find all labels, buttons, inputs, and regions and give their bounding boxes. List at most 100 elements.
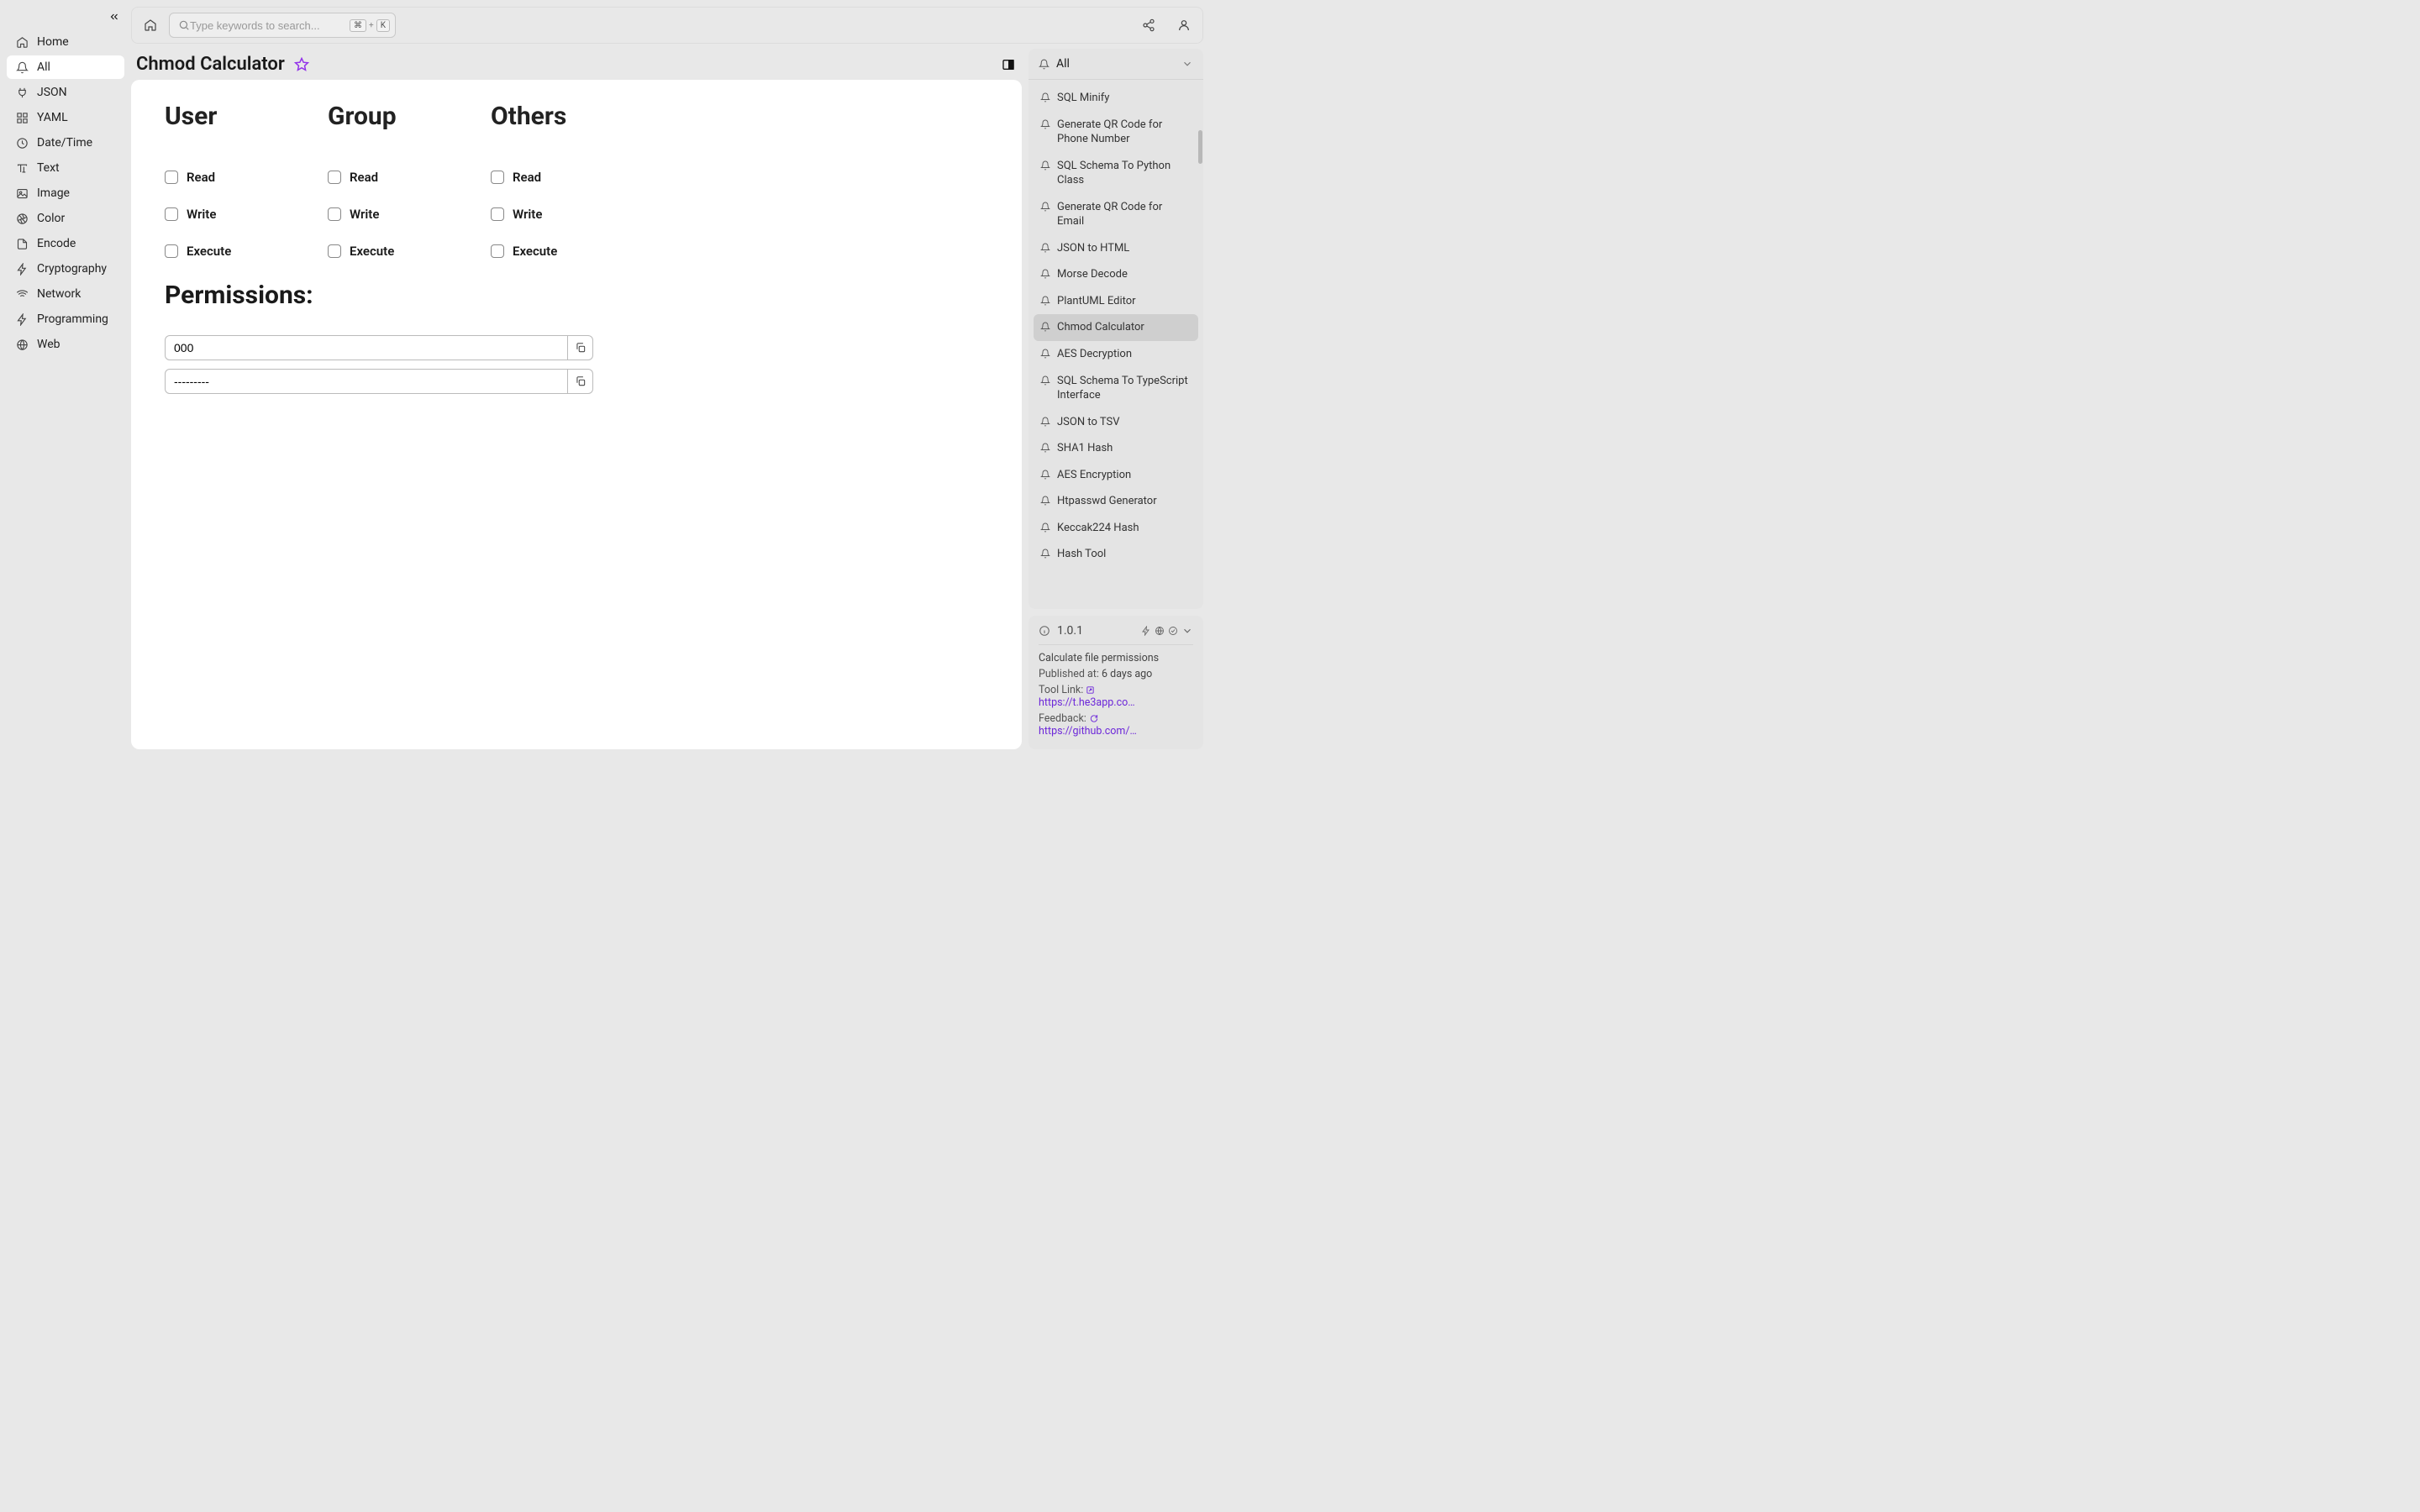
feedback-link[interactable]: https://github.com/… [1039, 725, 1137, 738]
tool-list-label: SQL Schema To Python Class [1057, 159, 1192, 188]
checkbox-others-execute[interactable] [491, 244, 504, 258]
share-button[interactable] [1139, 15, 1159, 35]
tool-info-card: 1.0.1 Calculate file permissions Publish… [1028, 616, 1203, 749]
tool-list-item[interactable]: SHA1 Hash [1034, 435, 1198, 462]
sidebar-item-label: Cryptography [37, 262, 107, 276]
copy-octal-button[interactable] [568, 335, 593, 360]
tool-list-item[interactable]: Generate QR Code for Phone Number [1034, 112, 1198, 153]
column-group: Group Read Write Execute [328, 102, 491, 259]
checkbox-user-execute[interactable] [165, 244, 178, 258]
sidebar-item-json[interactable]: JSON [7, 81, 124, 104]
tool-list-item[interactable]: JSON to TSV [1034, 409, 1198, 436]
copy-symbolic-button[interactable] [568, 369, 593, 394]
check-label: Write [350, 207, 379, 222]
tool-list-label: Morse Decode [1057, 267, 1128, 282]
search-input[interactable] [190, 19, 350, 32]
tool-list-label: Generate QR Code for Phone Number [1057, 118, 1192, 147]
checkbox-user-read[interactable] [165, 171, 178, 184]
tools-filter-dropdown[interactable]: All [1028, 49, 1203, 80]
bell-icon [15, 60, 29, 74]
chevron-down-icon[interactable] [1181, 625, 1193, 637]
checkbox-row[interactable]: Read [328, 170, 491, 185]
checkbox-group-read[interactable] [328, 171, 341, 184]
collapse-sidebar-button[interactable] [104, 7, 124, 27]
tool-list-item[interactable]: Hash Tool [1034, 541, 1198, 568]
home-icon [15, 35, 29, 49]
tool-list-item[interactable]: Keccak224 Hash [1034, 515, 1198, 542]
sidebar-item-home[interactable]: Home [7, 30, 124, 54]
tool-list-item[interactable]: SQL Minify [1034, 85, 1198, 112]
tool-list-item[interactable]: PlantUML Editor [1034, 288, 1198, 315]
sidebar-item-label: Image [37, 186, 70, 200]
sidebar-item-all[interactable]: All [7, 55, 124, 79]
octal-input[interactable] [165, 335, 568, 360]
zap-icon [15, 312, 29, 326]
file-icon [15, 237, 29, 250]
checkbox-row[interactable]: Write [491, 207, 654, 222]
sidebar-item-network[interactable]: Network [7, 282, 124, 306]
tool-list-item[interactable]: AES Encryption [1034, 462, 1198, 489]
check-label: Read [187, 170, 215, 185]
checkbox-row[interactable]: Execute [328, 244, 491, 259]
checkbox-group-write[interactable] [328, 207, 341, 221]
checkbox-group-execute[interactable] [328, 244, 341, 258]
sidebar-item-programming[interactable]: Programming [7, 307, 124, 331]
bell-icon [1040, 375, 1052, 386]
tool-list-item[interactable]: SQL Schema To TypeScript Interface [1034, 368, 1198, 409]
sidebar-item-label: Date/Time [37, 136, 92, 150]
checkbox-row[interactable]: Write [328, 207, 491, 222]
favorite-button[interactable] [293, 56, 310, 73]
sidebar-item-label: Color [37, 212, 65, 225]
check-label: Write [513, 207, 542, 222]
check-circle-icon [1168, 626, 1178, 636]
toggle-right-panel-button[interactable] [1000, 56, 1017, 73]
checkbox-row[interactable]: Read [165, 170, 328, 185]
tool-list-item[interactable]: Morse Decode [1034, 261, 1198, 288]
checkbox-row[interactable]: Read [491, 170, 654, 185]
tool-list-label: Hash Tool [1057, 547, 1106, 562]
sidebar-item-text[interactable]: Text [7, 156, 124, 180]
kbd-cmd: ⌘ [350, 19, 366, 32]
search-box[interactable]: ⌘ + K [169, 13, 396, 38]
sidebar-item-yaml[interactable]: YAML [7, 106, 124, 129]
tool-list-item[interactable]: AES Decryption [1034, 341, 1198, 368]
tool-list-label: SHA1 Hash [1057, 441, 1113, 456]
feedback-line: Feedback: https://github.com/… [1039, 712, 1193, 738]
home-button[interactable] [140, 15, 160, 35]
checkbox-row[interactable]: Execute [491, 244, 654, 259]
checkbox-others-write[interactable] [491, 207, 504, 221]
tool-list-item[interactable]: JSON to HTML [1034, 235, 1198, 262]
tools-list[interactable]: SQL Minify Generate QR Code for Phone Num… [1028, 80, 1203, 609]
checkbox-others-read[interactable] [491, 171, 504, 184]
bell-icon [1039, 59, 1050, 70]
checkbox-user-write[interactable] [165, 207, 178, 221]
column-others: Others Read Write Execute [491, 102, 654, 259]
plug-icon [15, 86, 29, 99]
sidebar-item-encode[interactable]: Encode [7, 232, 124, 255]
check-label: Execute [350, 244, 394, 259]
checkbox-row[interactable]: Write [165, 207, 328, 222]
checkbox-row[interactable]: Execute [165, 244, 328, 259]
bell-icon [1040, 549, 1052, 559]
check-label: Read [513, 170, 541, 185]
tool-list-item[interactable]: SQL Schema To Python Class [1034, 153, 1198, 194]
tool-link[interactable]: https://t.he3app.co… [1039, 696, 1135, 709]
star-icon [294, 57, 309, 72]
tool-list-label: AES Decryption [1057, 347, 1132, 362]
tool-list-item[interactable]: Htpasswd Generator [1034, 488, 1198, 515]
sidebar-item-cryptography[interactable]: Cryptography [7, 257, 124, 281]
version: 1.0.1 [1057, 624, 1083, 638]
scrollbar-thumb[interactable] [1198, 130, 1202, 164]
check-label: Execute [187, 244, 231, 259]
sidebar-item-color[interactable]: Color [7, 207, 124, 230]
sidebar-item-web[interactable]: Web [7, 333, 124, 356]
user-button[interactable] [1174, 15, 1194, 35]
aperture-icon [15, 212, 29, 225]
tool-list-item[interactable]: Generate QR Code for Email [1034, 194, 1198, 235]
tool-list-item[interactable]: Chmod Calculator [1034, 314, 1198, 341]
check-label: Write [187, 207, 216, 222]
bell-icon [1040, 160, 1052, 171]
symbolic-input[interactable] [165, 369, 568, 394]
sidebar-item-datetime[interactable]: Date/Time [7, 131, 124, 155]
sidebar-item-image[interactable]: Image [7, 181, 124, 205]
